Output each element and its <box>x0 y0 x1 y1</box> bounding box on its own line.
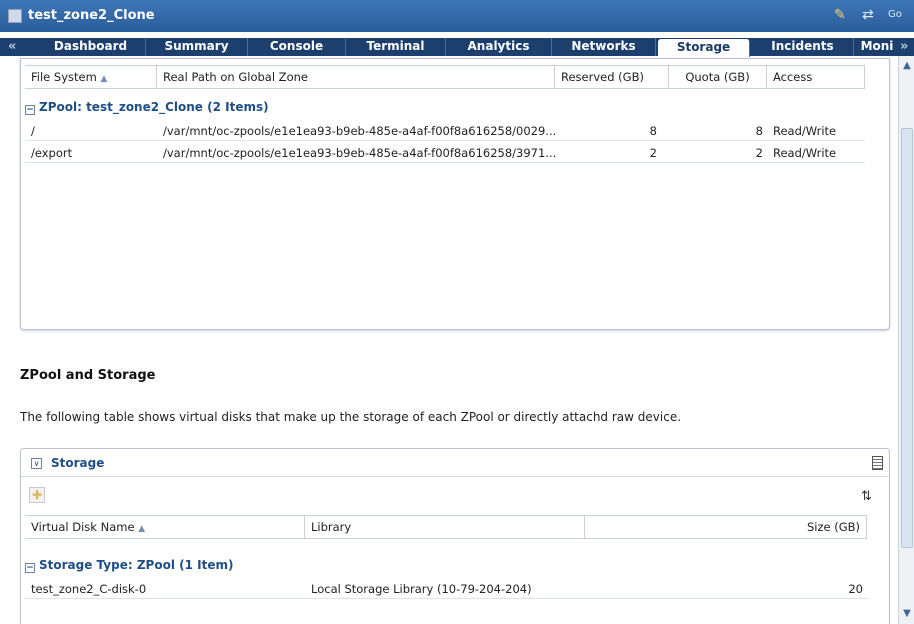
cell-real-path: /var/mnt/oc-zpools/e1e1ea93-b9eb-485e-a4… <box>163 124 555 138</box>
table-row[interactable]: / /var/mnt/oc-zpools/e1e1ea93-b9eb-485e-… <box>25 121 865 141</box>
column-header-size[interactable]: Size (GB) <box>585 516 867 538</box>
scroll-up-icon[interactable]: ▲ <box>899 60 914 71</box>
swap-icon[interactable]: ⇄ <box>862 7 880 23</box>
tab-summary[interactable]: Summary <box>146 38 248 56</box>
collapse-group-icon[interactable]: − <box>25 105 35 115</box>
cell-access: Read/Write <box>773 124 837 138</box>
filesystem-table-panel: File System ▲ Real Path on Global Zone R… <box>20 58 890 330</box>
tab-scroll-right-icon[interactable]: » <box>900 38 908 56</box>
tab-storage[interactable]: Storage <box>658 39 750 57</box>
column-header-real-path[interactable]: Real Path on Global Zone <box>157 66 555 88</box>
tab-monitoring[interactable]: Moni <box>856 38 898 56</box>
collapse-panel-icon[interactable]: ∨ <box>31 458 42 469</box>
column-header-virtual-disk-name[interactable]: Virtual Disk Name ▲ <box>25 516 305 538</box>
tab-bar: « Dashboard Summary Console Terminal Ana… <box>0 38 914 57</box>
cell-quota: 8 <box>755 124 763 138</box>
scroll-thumb[interactable] <box>901 128 913 548</box>
add-disk-icon[interactable]: ✚ <box>29 487 45 503</box>
section-title-zpool-storage: ZPool and Storage <box>20 368 156 383</box>
cell-library: Local Storage Library (10-79-204-204) <box>311 582 532 596</box>
column-header-reserved[interactable]: Reserved (GB) <box>555 66 669 88</box>
column-header-access[interactable]: Access <box>767 66 865 88</box>
collapse-group-icon[interactable]: − <box>25 563 35 573</box>
tab-scroll-left-icon[interactable]: « <box>8 38 16 56</box>
window-icon <box>8 9 22 23</box>
tab-console[interactable]: Console <box>248 38 346 56</box>
cell-quota: 2 <box>755 146 763 160</box>
cell-reserved: 8 <box>649 124 657 138</box>
tab-analytics[interactable]: Analytics <box>446 38 552 56</box>
tab-terminal[interactable]: Terminal <box>346 38 446 56</box>
group-row-zpool[interactable]: − ZPool: test_zone2_Clone (2 Items) <box>25 97 269 117</box>
section-description: The following table shows virtual disks … <box>20 410 682 424</box>
group-row-storage-type[interactable]: − Storage Type: ZPool (1 Item) <box>25 555 233 575</box>
storage-table-panel: ∨ Storage ✚ ⇅ Virtual Disk Name ▲ Librar… <box>20 448 890 624</box>
cell-real-path: /var/mnt/oc-zpools/e1e1ea93-b9eb-485e-a4… <box>163 146 555 160</box>
edit-icon[interactable]: ✎ <box>834 7 850 23</box>
table-row[interactable]: /export /var/mnt/oc-zpools/e1e1ea93-b9eb… <box>25 143 865 163</box>
window-title: test_zone2_Clone <box>28 8 155 23</box>
cell-file-system: / <box>31 124 35 138</box>
vertical-scrollbar[interactable]: ▲ ▼ <box>898 56 914 624</box>
tab-networks[interactable]: Networks <box>552 38 656 56</box>
tab-incidents[interactable]: Incidents <box>752 38 854 56</box>
cell-size: 20 <box>848 582 863 596</box>
column-header-quota[interactable]: Quota (GB) <box>669 66 767 88</box>
tab-dashboard[interactable]: Dashboard <box>36 38 146 56</box>
storage-table-header: Virtual Disk Name ▲ Library Size (GB) <box>25 515 867 539</box>
scroll-down-icon[interactable]: ▼ <box>899 608 914 619</box>
refresh-icon[interactable]: ⇅ <box>861 489 872 504</box>
column-header-file-system[interactable]: File System ▲ <box>25 66 157 88</box>
column-header-library[interactable]: Library <box>305 516 585 538</box>
export-icon[interactable] <box>872 456 883 470</box>
sort-ascending-icon: ▲ <box>100 74 108 84</box>
cell-virtual-disk-name: test_zone2_C-disk-0 <box>31 582 147 596</box>
cell-access: Read/Write <box>773 146 837 160</box>
filesystem-table-header: File System ▲ Real Path on Global Zone R… <box>25 65 865 89</box>
window-title-bar: test_zone2_Clone ✎ ⇄ Go <box>0 0 914 32</box>
cell-reserved: 2 <box>649 146 657 160</box>
storage-toolbar: ✚ ⇅ <box>21 477 889 513</box>
table-row[interactable]: test_zone2_C-disk-0 Local Storage Librar… <box>25 579 869 599</box>
go-icon[interactable]: Go <box>888 9 902 20</box>
storage-panel-header: ∨ Storage <box>21 449 889 477</box>
sort-ascending-icon: ▲ <box>138 524 146 534</box>
storage-panel-title: Storage <box>51 456 105 470</box>
cell-file-system: /export <box>31 146 73 160</box>
